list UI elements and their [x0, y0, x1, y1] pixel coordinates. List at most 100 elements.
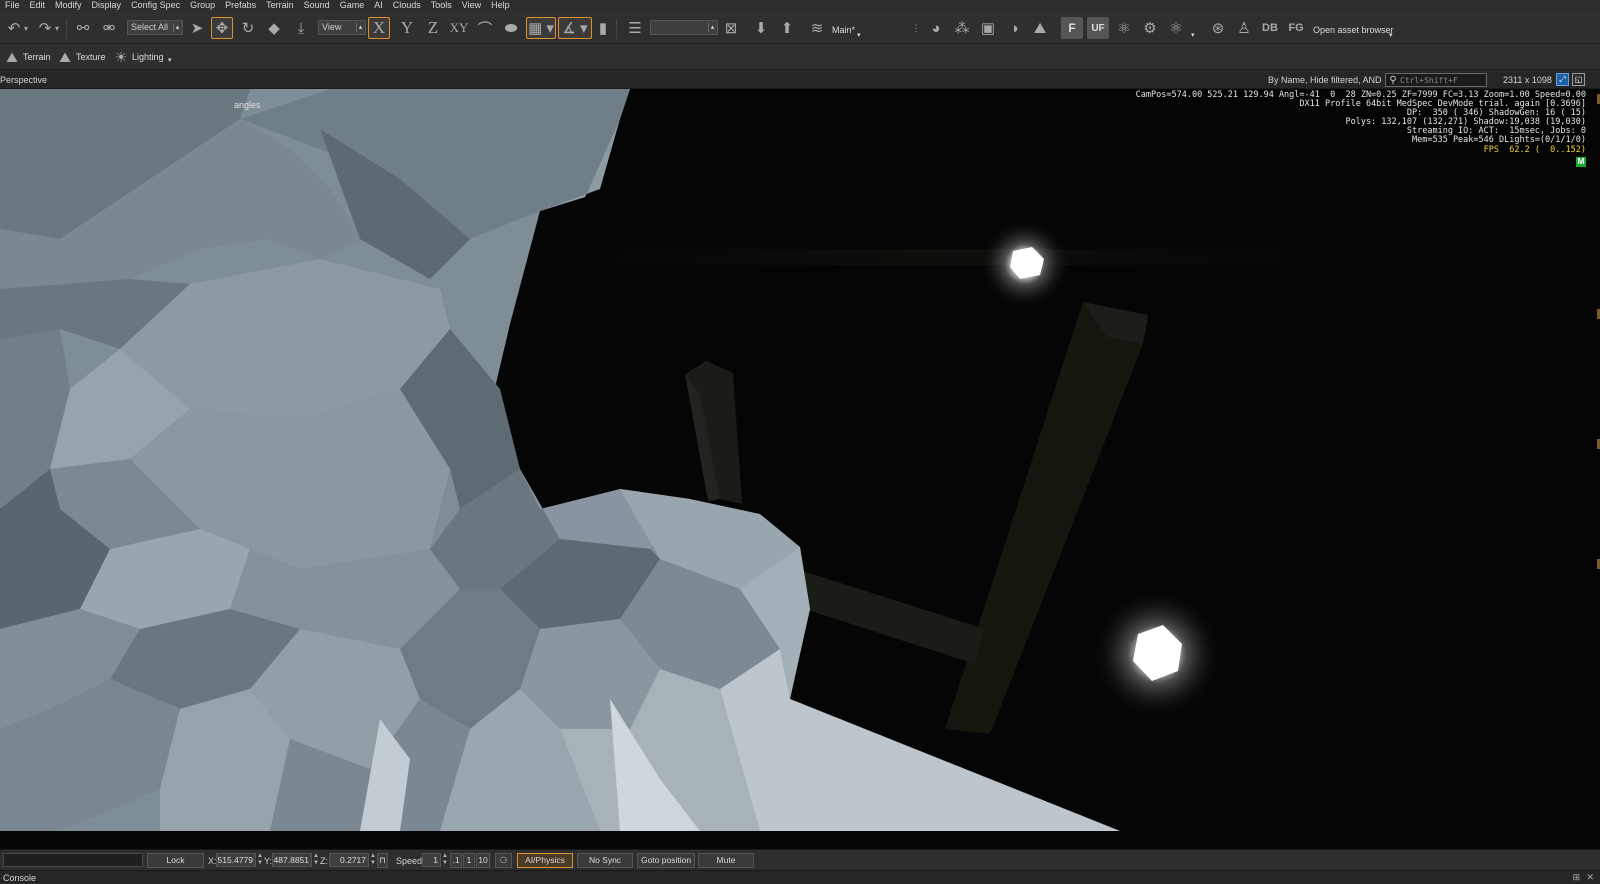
- angle-snap-icon[interactable]: ∡ ▾: [558, 17, 592, 39]
- person-icon[interactable]: ♙: [1233, 17, 1255, 39]
- viewport-resolution[interactable]: 2311 x 1098: [1503, 75, 1552, 85]
- close-icon[interactable]: ✕: [1586, 872, 1594, 883]
- redo-history-dropdown-icon[interactable]: ▾: [52, 17, 62, 39]
- chevron-down-icon[interactable]: ▾: [857, 31, 861, 39]
- lighting-tool-button[interactable]: ☀ Lighting: [112, 47, 164, 67]
- menu-item-ai[interactable]: AI: [374, 0, 383, 11]
- particles-icon[interactable]: ⁂: [951, 17, 973, 39]
- physics-icon[interactable]: ◕: [925, 17, 947, 39]
- open-asset-browser-button[interactable]: Open asset browser: [1313, 25, 1394, 35]
- select-arrow-icon[interactable]: ➤: [186, 17, 208, 39]
- menu-item-terrain[interactable]: Terrain: [266, 0, 294, 11]
- menu-item-modify[interactable]: Modify: [55, 0, 82, 11]
- terrain-follow-icon[interactable]: ⌒: [474, 17, 496, 39]
- selection-name-combo[interactable]: ▴: [650, 20, 718, 35]
- axis-x-button[interactable]: X: [368, 17, 390, 39]
- maximize-icon[interactable]: ◱: [1572, 73, 1585, 86]
- speed-preset-0-1[interactable]: .1: [450, 853, 462, 868]
- viewport-search-input[interactable]: ⚲ Ctrl+Shift+F: [1385, 73, 1487, 87]
- menu-item-file[interactable]: File: [5, 0, 20, 11]
- save-selection-icon[interactable]: ⬇: [750, 17, 772, 39]
- undo-history-dropdown-icon[interactable]: ▾: [21, 17, 31, 39]
- axis-z-button[interactable]: Z: [422, 17, 444, 39]
- goto-position-button[interactable]: Goto position: [637, 853, 695, 868]
- menu-item-tools[interactable]: Tools: [431, 0, 452, 11]
- speed-spinner[interactable]: ▲ ▼: [442, 853, 448, 867]
- viewport-header: Perspective By Name, Hide filtered, AND …: [0, 71, 1600, 89]
- menu-item-config-spec[interactable]: Config Spec: [131, 0, 180, 11]
- menu-item-display[interactable]: Display: [92, 0, 122, 11]
- menu-item-group[interactable]: Group: [190, 0, 215, 11]
- pin-icon[interactable]: ⊞: [1572, 872, 1580, 883]
- layer-name[interactable]: Main*: [832, 25, 855, 35]
- selection-list-icon[interactable]: ☰: [624, 17, 646, 39]
- move-icon[interactable]: ✥: [211, 17, 233, 39]
- load-selection-icon[interactable]: ⬆: [776, 17, 798, 39]
- terrain-icon: ⛰: [6, 48, 18, 65]
- no-sync-player-button[interactable]: No Sync Player: [577, 853, 633, 878]
- status-message-field: [3, 853, 143, 867]
- atom-gear-icon[interactable]: ⚙: [1139, 17, 1161, 39]
- view-combo[interactable]: View ▴: [318, 20, 366, 35]
- terrain-tool-button[interactable]: ⛰ Terrain: [3, 47, 50, 67]
- menu-item-clouds[interactable]: Clouds: [393, 0, 421, 11]
- remove-selection-icon[interactable]: ⊠: [720, 17, 742, 39]
- y-spinner[interactable]: ▲ ▼: [313, 853, 319, 867]
- z-spinner[interactable]: ▲ ▼: [370, 853, 376, 867]
- menu-item-help[interactable]: Help: [491, 0, 510, 11]
- chevron-down-icon[interactable]: ▾: [1389, 31, 1393, 39]
- link-icon[interactable]: ⚯: [72, 17, 94, 39]
- texture-icon: ⛰: [59, 48, 71, 65]
- speed-preset-1[interactable]: 1: [463, 853, 475, 868]
- perspective-viewport[interactable]: angles CamPos=574.00 525.21 129.94 Angl=…: [0, 89, 1600, 849]
- object-snap-icon[interactable]: ⬬: [500, 17, 522, 39]
- axis-y-button[interactable]: Y: [396, 17, 418, 39]
- select-all-label: Select All: [131, 22, 169, 32]
- flowgraph-button[interactable]: FG: [1285, 17, 1307, 39]
- x-position-input[interactable]: 515.4779: [216, 853, 256, 867]
- viewport-title[interactable]: Perspective: [0, 75, 47, 85]
- menu-item-view[interactable]: View: [462, 0, 481, 11]
- flowgraph-f-icon[interactable]: F: [1061, 17, 1083, 39]
- rotate-icon[interactable]: ↻: [237, 17, 259, 39]
- menu-item-sound[interactable]: Sound: [304, 0, 330, 11]
- y-position-input[interactable]: 487.8851: [272, 853, 312, 867]
- snap-to-ground-icon[interactable]: ⤓: [290, 17, 312, 39]
- database-button[interactable]: DB: [1259, 17, 1281, 39]
- ui-flowgraph-icon[interactable]: UF: [1087, 17, 1109, 39]
- atom-icon[interactable]: ⚛: [1113, 17, 1135, 39]
- atom-settings-icon[interactable]: ⚛: [1165, 17, 1187, 39]
- chevron-down-icon[interactable]: ▾: [168, 56, 172, 64]
- chevron-down-icon[interactable]: ▾: [1191, 31, 1195, 39]
- x-spinner[interactable]: ▲ ▼: [257, 853, 263, 867]
- lock-icon[interactable]: ⊓: [377, 853, 388, 868]
- select-all-combo[interactable]: Select All ▴: [127, 20, 183, 35]
- speed-input[interactable]: 1: [422, 853, 441, 867]
- ai-physics-button[interactable]: AI/Physics: [517, 853, 573, 868]
- pin-icon[interactable]: ⤢: [1556, 73, 1569, 86]
- terrain-collision-icon[interactable]: ⚆: [495, 853, 512, 868]
- grid-snap-icon[interactable]: ▦ ▾: [526, 17, 556, 39]
- unlink-icon[interactable]: ⚮: [98, 17, 120, 39]
- scale-icon[interactable]: ◆: [263, 17, 285, 39]
- layers-icon[interactable]: ≋: [806, 17, 828, 39]
- menu-item-prefabs[interactable]: Prefabs: [225, 0, 256, 11]
- lock-selection-button[interactable]: Lock Selection: [147, 853, 204, 878]
- z-position-input[interactable]: 0.2717: [329, 853, 369, 867]
- character-icon[interactable]: ◑: [1003, 17, 1025, 39]
- search-icon: ⚲: [1389, 74, 1397, 86]
- beam: [780, 567, 985, 664]
- material-icon[interactable]: ▣: [977, 17, 999, 39]
- uf-label: UF: [1091, 22, 1105, 34]
- menu-item-edit[interactable]: Edit: [30, 0, 46, 11]
- axis-xy-button[interactable]: XY: [448, 17, 470, 39]
- terrain-height-icon[interactable]: ⛰: [1029, 17, 1051, 39]
- console-label[interactable]: Console: [3, 873, 36, 883]
- speed-preset-10[interactable]: 10: [476, 853, 490, 868]
- mute-button[interactable]: Mute: [698, 853, 754, 868]
- menu-item-game[interactable]: Game: [340, 0, 365, 11]
- ruler-icon[interactable]: ▮: [598, 17, 608, 39]
- filter-mode-label[interactable]: By Name, Hide filtered, AND: [1268, 75, 1382, 85]
- texture-tool-button[interactable]: ⛰ Texture: [56, 47, 105, 67]
- lifebuoy-icon[interactable]: ⊛: [1207, 17, 1229, 39]
